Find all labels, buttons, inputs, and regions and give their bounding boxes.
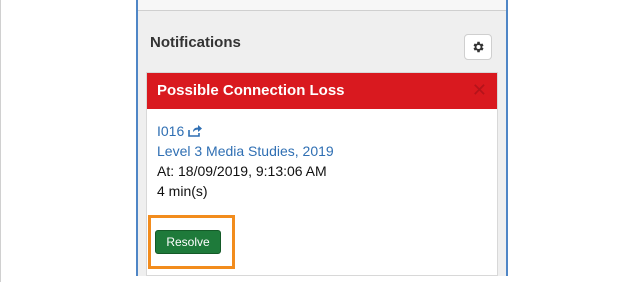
gear-icon	[473, 41, 484, 53]
panel-header: Notifications	[138, 22, 506, 64]
settings-button[interactable]	[464, 34, 492, 60]
duration-text: 4 min(s)	[157, 183, 208, 199]
close-icon[interactable]: ✕	[472, 80, 487, 100]
notification-title: Possible Connection Loss	[157, 82, 345, 99]
panel-top-edge	[138, 0, 506, 11]
session-link[interactable]: I016	[157, 121, 184, 141]
page-left-border	[0, 0, 1, 282]
share-icon[interactable]	[187, 124, 203, 138]
course-link[interactable]: Level 3 Media Studies, 2019	[157, 141, 487, 161]
panel-title: Notifications	[150, 34, 241, 51]
timestamp-text: At: 18/09/2019, 9:13:06 AM	[157, 163, 327, 179]
resolve-button[interactable]: Resolve	[155, 230, 221, 254]
notification-body: I016 Level 3 Media Studies, 2019 At: 18/…	[157, 121, 487, 201]
notification-header: Possible Connection Loss ✕	[147, 73, 497, 109]
session-row: I016	[157, 121, 487, 141]
